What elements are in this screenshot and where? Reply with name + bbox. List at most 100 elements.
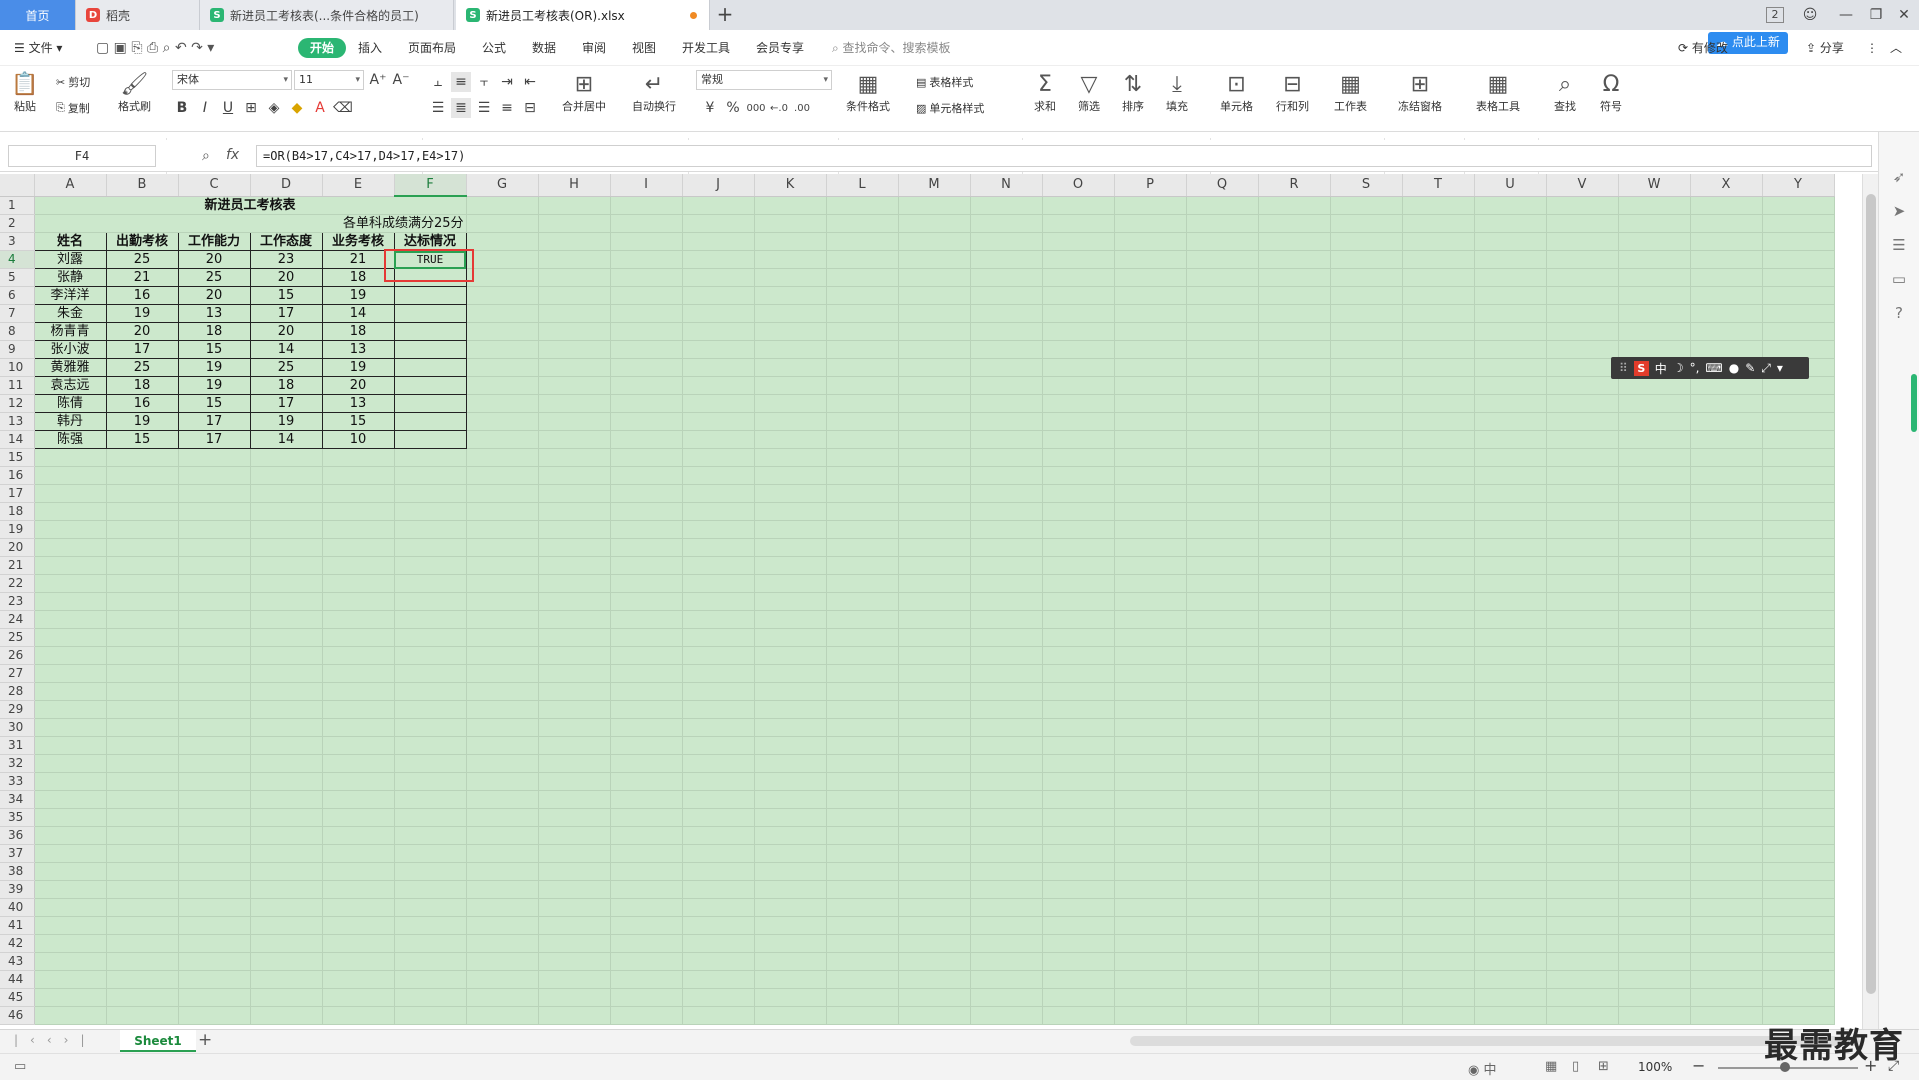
cell[interactable] <box>610 970 683 989</box>
cell[interactable] <box>466 520 539 539</box>
score-cell[interactable]: 19 <box>321 286 395 305</box>
cell[interactable] <box>1546 952 1619 971</box>
cell[interactable] <box>538 988 611 1007</box>
row-header[interactable]: 19 <box>0 520 35 539</box>
cell[interactable] <box>1042 646 1115 665</box>
cell[interactable] <box>1258 394 1331 413</box>
cell[interactable] <box>538 538 611 557</box>
cell[interactable] <box>1258 736 1331 755</box>
row-header[interactable]: 2 <box>0 214 35 233</box>
score-cell[interactable]: 13 <box>321 340 395 359</box>
add-sheet-button[interactable]: + <box>198 1030 212 1050</box>
cell[interactable] <box>106 610 179 629</box>
cell[interactable] <box>538 898 611 917</box>
cell[interactable] <box>1330 934 1403 953</box>
cell[interactable] <box>754 988 827 1007</box>
cell[interactable] <box>250 610 323 629</box>
cell[interactable] <box>1402 988 1475 1007</box>
cell[interactable] <box>682 484 755 503</box>
cell[interactable] <box>970 970 1043 989</box>
cell[interactable] <box>106 718 179 737</box>
cell[interactable] <box>1258 232 1331 251</box>
cell[interactable] <box>1330 574 1403 593</box>
cell[interactable] <box>394 646 467 665</box>
cell[interactable] <box>466 556 539 575</box>
cell[interactable] <box>322 736 395 755</box>
cell[interactable] <box>1186 970 1259 989</box>
cell[interactable] <box>1042 304 1115 323</box>
cell[interactable] <box>1546 376 1619 395</box>
cell[interactable] <box>970 448 1043 467</box>
cell[interactable] <box>538 430 611 449</box>
cell[interactable] <box>898 826 971 845</box>
cell[interactable] <box>538 376 611 395</box>
cell[interactable] <box>898 610 971 629</box>
cell[interactable] <box>1618 718 1691 737</box>
cell[interactable] <box>1690 880 1763 899</box>
cell[interactable] <box>1186 448 1259 467</box>
cell[interactable] <box>1042 610 1115 629</box>
cell[interactable] <box>754 286 827 305</box>
cell[interactable] <box>682 502 755 521</box>
cell[interactable] <box>1690 754 1763 773</box>
cell[interactable] <box>970 628 1043 647</box>
cell[interactable] <box>826 646 899 665</box>
cell[interactable] <box>34 700 107 719</box>
cell[interactable] <box>1402 214 1475 233</box>
cell[interactable] <box>610 556 683 575</box>
cell[interactable] <box>178 574 251 593</box>
cell[interactable] <box>1690 322 1763 341</box>
cell[interactable] <box>106 466 179 485</box>
employee-name-cell[interactable]: 朱金 <box>33 304 107 323</box>
cell[interactable] <box>970 880 1043 899</box>
cell[interactable] <box>1114 718 1187 737</box>
cell[interactable] <box>394 628 467 647</box>
cell[interactable] <box>1042 988 1115 1007</box>
cell[interactable] <box>610 988 683 1007</box>
cell[interactable] <box>898 466 971 485</box>
cell[interactable] <box>970 430 1043 449</box>
cell[interactable] <box>106 448 179 467</box>
cell[interactable] <box>1330 250 1403 269</box>
cell[interactable] <box>538 412 611 431</box>
row-header[interactable]: 24 <box>0 610 35 629</box>
cell[interactable] <box>538 862 611 881</box>
cell[interactable] <box>1330 412 1403 431</box>
align-right-icon[interactable]: ☰ <box>474 98 494 118</box>
cell[interactable] <box>1474 304 1547 323</box>
cell[interactable] <box>466 466 539 485</box>
cell[interactable] <box>826 790 899 809</box>
cell[interactable] <box>682 340 755 359</box>
cell[interactable] <box>898 556 971 575</box>
cell[interactable] <box>1258 916 1331 935</box>
cell[interactable] <box>178 934 251 953</box>
cell[interactable] <box>1618 826 1691 845</box>
cell[interactable] <box>106 754 179 773</box>
cell[interactable] <box>394 754 467 773</box>
cell[interactable] <box>1762 484 1835 503</box>
cell[interactable] <box>1690 610 1763 629</box>
cell[interactable] <box>970 988 1043 1007</box>
cell[interactable] <box>754 916 827 935</box>
sum-button[interactable]: Σ 求和 <box>1030 70 1060 114</box>
select-all-corner[interactable] <box>0 174 35 197</box>
cell[interactable] <box>322 970 395 989</box>
cell[interactable] <box>34 862 107 881</box>
cell[interactable] <box>106 934 179 953</box>
cell[interactable] <box>898 970 971 989</box>
cell[interactable] <box>1114 664 1187 683</box>
cell[interactable] <box>1474 430 1547 449</box>
cell[interactable] <box>682 826 755 845</box>
cell[interactable] <box>1042 502 1115 521</box>
cell[interactable] <box>1546 538 1619 557</box>
cell[interactable] <box>1690 844 1763 863</box>
score-cell[interactable]: 19 <box>105 304 179 323</box>
cell[interactable] <box>610 754 683 773</box>
cell[interactable] <box>754 628 827 647</box>
column-label[interactable]: 姓名 <box>33 232 107 251</box>
cell[interactable] <box>1114 754 1187 773</box>
cell[interactable] <box>538 934 611 953</box>
cell[interactable] <box>1330 592 1403 611</box>
cell[interactable] <box>1258 196 1331 215</box>
cell[interactable] <box>610 952 683 971</box>
